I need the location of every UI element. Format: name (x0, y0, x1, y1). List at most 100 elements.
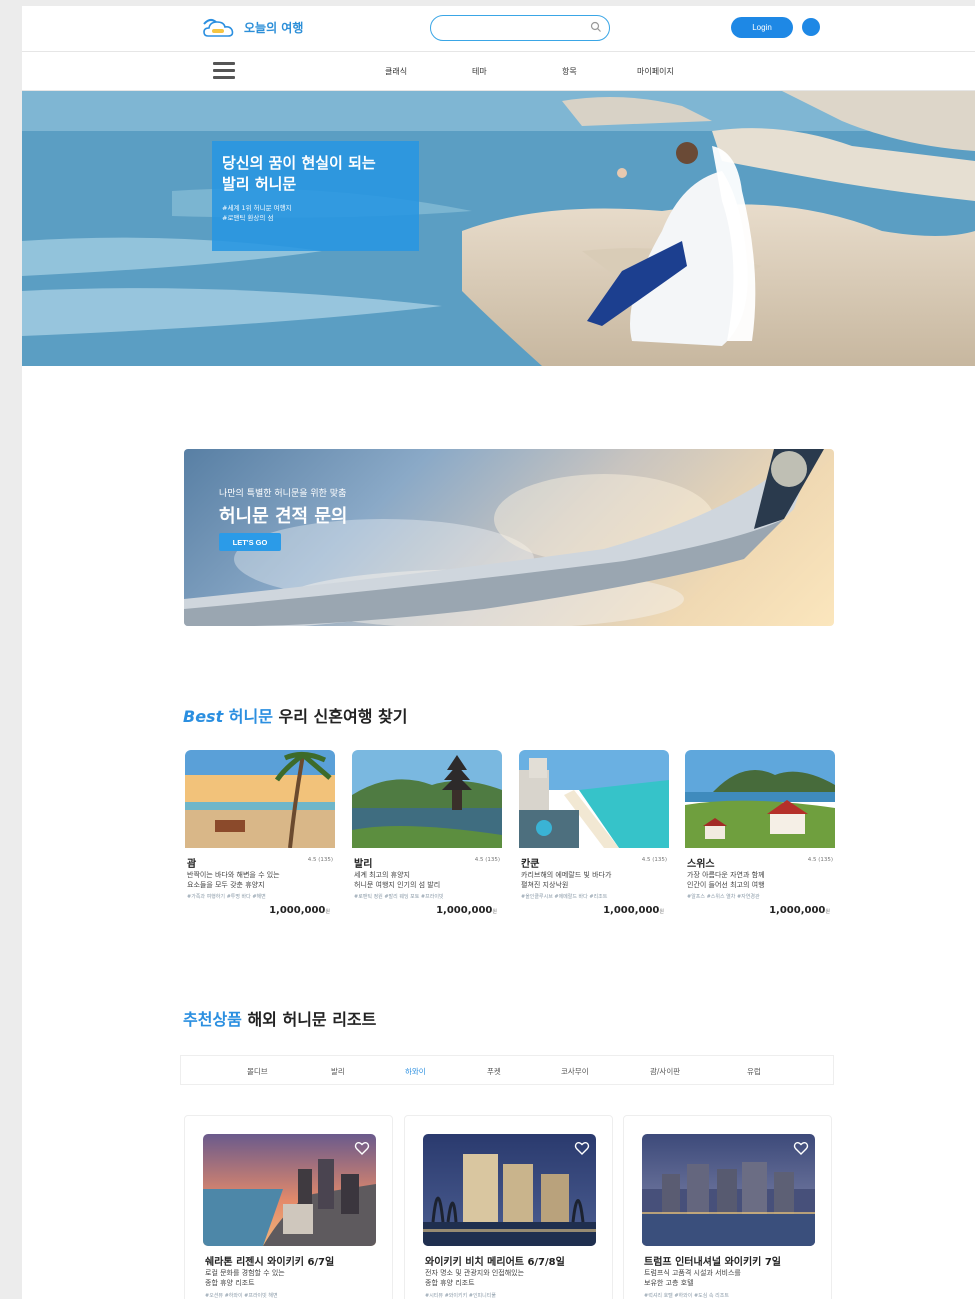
best-card-tags: #올인클루시브 #에메랄드 바다 #리조트 (521, 894, 608, 900)
hero-caption-box: 당신의 꿈이 현실이 되는 발리 허니문 #세계 1위 허니문 여행지 #로맨틱… (212, 141, 419, 251)
quote-banner[interactable]: 나만의 특별한 허니문을 위한 맞춤 허니문 견적 문의 LET'S GO (184, 449, 834, 626)
lets-go-button[interactable]: LET'S GO (219, 533, 281, 551)
best-card-bali[interactable]: 발리 4.5 (135) 세계 최고의 휴양지 허니문 여행지 인기의 섬 발리… (352, 750, 502, 940)
price-value: 1,000,000 (603, 905, 660, 916)
nav-item-theme[interactable]: 테마 (472, 66, 487, 77)
resort-card-desc-line2: 보유한 고층 호텔 (644, 1279, 694, 1287)
trump-photo (642, 1134, 815, 1246)
resort-card-desc-line2: 종합 휴양 리조트 (205, 1279, 255, 1287)
search-icon[interactable] (590, 21, 602, 33)
airplane-wing-photo (184, 449, 824, 626)
resort-card-sheraton[interactable]: 쉐라톤 리젠시 와이키키 6/7일 로컬 문화를 경험할 수 있는 종합 휴양 … (184, 1115, 393, 1299)
resort-card-trump[interactable]: 트럼프 인터내셔널 와이키키 7일 트럼프식 고품격 시설과 서비스를 보유한 … (623, 1115, 832, 1299)
best-card-name: 스위스 (687, 859, 715, 870)
price-value: 1,000,000 (269, 905, 326, 916)
best-card-cancun[interactable]: 칸쿤 4.5 (135) 카리브해의 에메랄드 빛 바다가 펼쳐진 지상낙원 #… (519, 750, 669, 940)
best-card-desc-line1: 카리브해의 에메랄드 빛 바다가 (521, 871, 612, 879)
best-card-tags: #로맨틱 정원 #발리 웨딩 포토 #프라이빗 (354, 894, 444, 900)
tab-phuket[interactable]: 푸켓 (487, 1066, 501, 1077)
price-currency: 원 (492, 909, 497, 915)
hamburger-menu-icon[interactable] (213, 62, 235, 80)
main-nav: 클래식 테마 항목 마이페이지 (22, 53, 975, 91)
page: 오늘의 여행 Login 클래식 테마 항목 마이페이지 당신의 꿈이 현실이 … (22, 6, 975, 1299)
heart-icon[interactable] (354, 1140, 370, 1156)
best-card-desc: 세계 최고의 휴양지 허니문 여행지 인기의 섬 발리 (354, 870, 500, 890)
resort-card-tags: #럭셔리 호텔 #하와이 #도심 속 리조트 (644, 1293, 729, 1299)
resort-card-desc-line1: 로컬 문화를 경험할 수 있는 (205, 1269, 285, 1277)
heart-icon[interactable] (574, 1140, 590, 1156)
logo-text: 오늘의 여행 (244, 20, 304, 35)
promo-title: 허니문 견적 문의 (219, 506, 348, 527)
recommend-title-rest: 해외 허니문 리조트 (241, 1010, 377, 1029)
best-card-desc: 반짝이는 바다와 해변을 수 있는 요소들을 모두 갖춘 휴양지 (187, 870, 333, 890)
best-card-guam[interactable]: 괌 4.5 (135) 반짝이는 바다와 해변을 수 있는 요소들을 모두 갖춘… (185, 750, 335, 940)
hero-title-line2: 발리 허니문 (222, 175, 297, 193)
tab-guam-saipan[interactable]: 괌/사이판 (650, 1066, 680, 1077)
best-card-rating: 4.5 (135) (307, 857, 333, 863)
top-header: 오늘의 여행 Login (22, 6, 975, 52)
best-card-price: 1,000,000원 (769, 905, 830, 916)
promo-subtitle: 나만의 특별한 허니문을 위한 맞춤 (219, 489, 347, 499)
tab-bali[interactable]: 발리 (331, 1066, 345, 1077)
resort-card-desc: 로컬 문화를 경험할 수 있는 종합 휴양 리조트 (205, 1268, 380, 1288)
nav-item-mypage[interactable]: 마이페이지 (637, 66, 674, 77)
cancun-photo (519, 750, 669, 848)
best-card-tags: #가족과 여행하기 #투명 바다 #해변 (187, 894, 266, 900)
best-cards: 괌 4.5 (135) 반짝이는 바다와 해변을 수 있는 요소들을 모두 갖춘… (185, 750, 835, 940)
bali-photo (352, 750, 502, 848)
tab-maldives[interactable]: 몰디브 (247, 1066, 268, 1077)
best-card-rating: 4.5 (135) (641, 857, 667, 863)
best-title-rest: 우리 신혼여행 찾기 (272, 707, 408, 726)
best-card-desc-line2: 펼쳐진 지상낙원 (521, 881, 569, 889)
resort-card-desc-line1: 전자 명소 및 관광지와 인접해있는 (425, 1269, 525, 1277)
logo[interactable]: 오늘의 여행 (200, 14, 303, 40)
login-button[interactable]: Login (731, 17, 793, 38)
resort-card-desc-line2: 종합 휴양 리조트 (425, 1279, 475, 1287)
best-card-name: 칸쿤 (521, 859, 540, 870)
resort-card-tags: #오션뷰 #하와이 #프라이빗 해변 (205, 1293, 278, 1299)
resort-card-marriott[interactable]: 와이키키 비치 메리어트 6/7/8일 전자 명소 및 관광지와 인접해있는 종… (404, 1115, 613, 1299)
resort-card-name: 와이키키 비치 메리어트 6/7/8일 (425, 1257, 565, 1268)
swiss-photo (685, 750, 835, 848)
price-currency: 원 (825, 909, 830, 915)
resort-card-name: 트럼프 인터내셔널 와이키키 7일 (644, 1257, 782, 1268)
best-card-price: 1,000,000원 (269, 905, 330, 916)
tab-kohsamui[interactable]: 코사무이 (561, 1066, 589, 1077)
region-tabs: 몰디브 발리 하와이 푸켓 코사무이 괌/사이판 유럽 (180, 1055, 834, 1085)
resort-card-tags: #시티뷰 #와이키키 #인피니티풀 (425, 1293, 496, 1299)
hero-sub-line1: #세계 1위 허니문 여행지 (222, 204, 292, 212)
resort-card-desc: 전자 명소 및 관광지와 인접해있는 종합 휴양 리조트 (425, 1268, 600, 1288)
price-value: 1,000,000 (769, 905, 826, 916)
cloud-logo-icon (203, 18, 234, 37)
recommend-title-accent: 추천상품 (183, 1010, 242, 1029)
best-card-desc: 가장 아름다운 자연과 함께 인간이 들어선 최고의 여행 (687, 870, 833, 890)
resort-card-name: 쉐라톤 리젠시 와이키키 6/7일 (205, 1257, 335, 1268)
profile-avatar[interactable] (802, 18, 820, 36)
resort-card-desc: 트럼프식 고품격 시설과 서비스를 보유한 고층 호텔 (644, 1268, 819, 1288)
price-currency: 원 (325, 909, 330, 915)
best-card-price: 1,000,000원 (436, 905, 497, 916)
nav-item-category[interactable]: 항목 (562, 66, 577, 77)
best-card-name: 발리 (354, 859, 373, 870)
best-card-name: 괌 (187, 859, 197, 870)
best-card-desc-line1: 반짝이는 바다와 해변을 수 있는 (187, 871, 280, 879)
best-card-desc-line2: 허니문 여행지 인기의 섬 발리 (354, 881, 441, 889)
hero-photo (22, 91, 975, 366)
best-card-tags: #알프스 #스위스 열차 #자연경관 (687, 894, 760, 900)
best-card-desc-line2: 요소들을 모두 갖춘 휴양지 (187, 881, 265, 889)
guam-photo (185, 750, 335, 848)
hero-title-line1: 당신의 꿈이 현실이 되는 (222, 154, 376, 172)
best-card-desc-line1: 가장 아름다운 자연과 함께 (687, 871, 765, 879)
heart-icon[interactable] (793, 1140, 809, 1156)
price-currency: 원 (659, 909, 664, 915)
hero-banner[interactable]: 당신의 꿈이 현실이 되는 발리 허니문 #세계 1위 허니문 여행지 #로맨틱… (22, 91, 975, 366)
best-card-desc: 카리브해의 에메랄드 빛 바다가 펼쳐진 지상낙원 (521, 870, 667, 890)
nav-item-classic[interactable]: 클래식 (385, 66, 407, 77)
best-card-swiss[interactable]: 스위스 4.5 (135) 가장 아름다운 자연과 함께 인간이 들어선 최고의… (685, 750, 835, 940)
search-input[interactable] (430, 15, 610, 41)
best-title-italic: Best (183, 707, 224, 726)
recommend-section-title: 추천상품 해외 허니문 리조트 (183, 1006, 376, 1030)
best-section-title: Best 허니문 우리 신혼여행 찾기 (183, 703, 407, 727)
tab-hawaii[interactable]: 하와이 (405, 1066, 426, 1077)
tab-europe[interactable]: 유럽 (747, 1066, 761, 1077)
